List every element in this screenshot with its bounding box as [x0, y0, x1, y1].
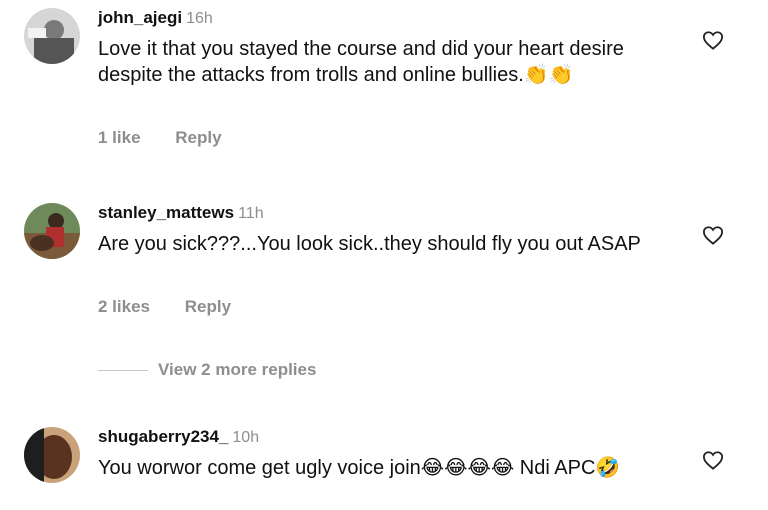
like-count[interactable]: 1 like: [98, 128, 141, 147]
comment-username[interactable]: stanley_mattews 11h: [98, 203, 264, 223]
comment-meta: 1 like Reply: [98, 128, 252, 148]
comment-text: You worwor come get ugly voice join😂😂😂😂 …: [98, 457, 621, 479]
username-text[interactable]: shugaberry234_: [98, 427, 228, 446]
username-text[interactable]: john_ajegi: [98, 8, 182, 27]
comment-username[interactable]: john_ajegi 16h: [98, 8, 213, 28]
username-text[interactable]: stanley_mattews: [98, 203, 234, 222]
divider: [98, 369, 148, 371]
avatar[interactable]: [24, 203, 80, 259]
comment-meta: 2 likes Reply: [98, 297, 261, 317]
heart-icon[interactable]: [702, 450, 724, 470]
like-count[interactable]: 2 likes: [98, 297, 150, 316]
comment-time: 10h: [232, 429, 260, 446]
heart-icon[interactable]: [702, 225, 724, 245]
comment-time: 11h: [238, 205, 264, 222]
comment-username[interactable]: shugaberry234_ 10h: [98, 427, 259, 447]
comment-time: 16h: [186, 10, 213, 27]
view-more-label: View 2 more replies: [158, 360, 317, 379]
reply-button[interactable]: Reply: [185, 297, 231, 316]
heart-icon[interactable]: [702, 30, 724, 50]
avatar[interactable]: [24, 8, 80, 64]
view-more-replies-button[interactable]: View 2 more replies: [98, 360, 316, 380]
reply-button[interactable]: Reply: [175, 128, 221, 147]
comment-text: Love it that you stayed the course and d…: [98, 38, 624, 86]
comment-text: Are you sick???...You look sick..they sh…: [98, 233, 641, 255]
avatar[interactable]: [24, 427, 80, 483]
